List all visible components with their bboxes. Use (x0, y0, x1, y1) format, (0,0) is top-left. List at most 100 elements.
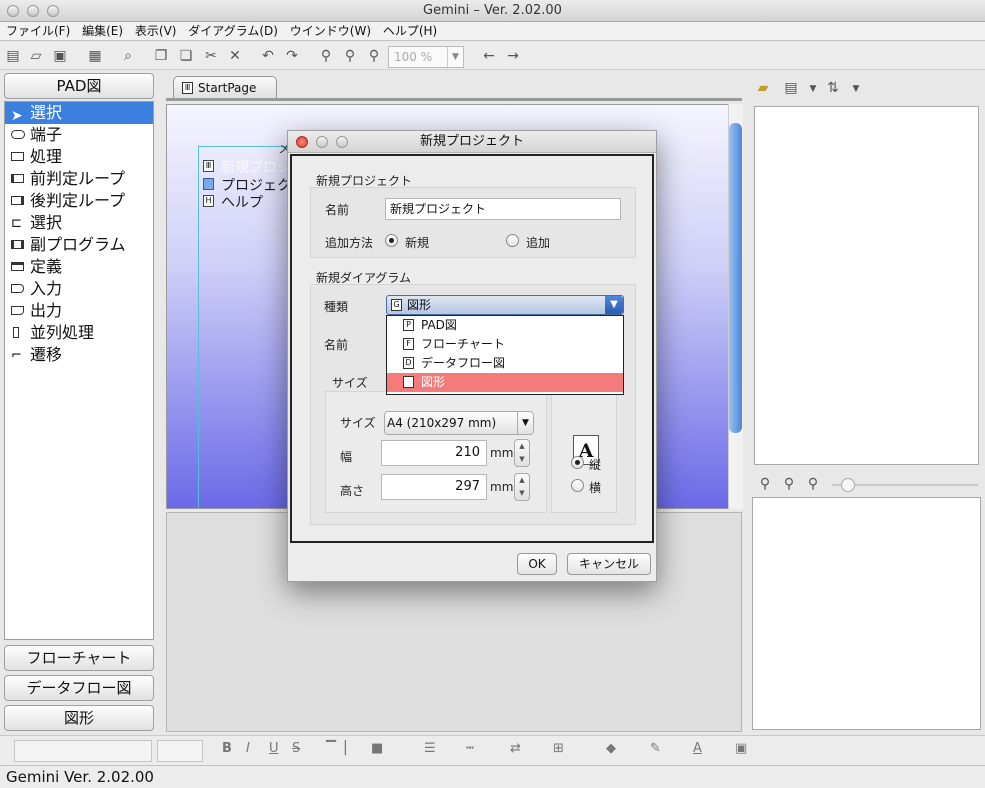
project-tree-panel[interactable] (754, 106, 979, 465)
add-folder-icon[interactable]: ▰ (754, 79, 772, 97)
shadow-icon[interactable]: ▣ (735, 741, 747, 756)
palette-item-transition[interactable]: ⌐ 遷移 (5, 344, 153, 366)
save-icon[interactable]: ▣ (51, 47, 69, 65)
font-size-select[interactable] (157, 740, 203, 762)
zoom-out-icon[interactable]: ⚲ (804, 475, 822, 493)
palette-item-pre-loop[interactable]: 前判定ループ (5, 168, 153, 190)
zoom-fit-icon[interactable]: ⚲ (317, 47, 335, 65)
new-file-icon[interactable]: ▤ (4, 47, 22, 65)
font-family-select[interactable] (14, 740, 152, 762)
redo-icon[interactable]: ↷ (283, 47, 301, 65)
text-color-icon[interactable]: A (693, 741, 702, 756)
radio-add[interactable] (506, 234, 519, 247)
height-stepper[interactable]: ▲ ▼ (514, 473, 530, 501)
menu-view[interactable]: 表示(V) (135, 24, 177, 38)
zoom-window-button[interactable] (47, 5, 59, 17)
diagram-type-combo[interactable]: G 図形 ▼ (386, 295, 624, 315)
open-folder-icon[interactable]: ▱ (27, 47, 45, 65)
zoom-slider-knob[interactable] (841, 478, 855, 492)
dash-style-icon[interactable]: ┅ (466, 741, 474, 756)
width-stepper[interactable]: ▲ ▼ (514, 439, 530, 467)
cut-icon[interactable]: ✂ (202, 47, 220, 65)
height-unit: mm (490, 480, 514, 494)
link-new-project[interactable]: 新規プロジ (221, 157, 291, 177)
dataflow-palette-button[interactable]: データフロー図 (4, 675, 154, 701)
radio-landscape[interactable] (571, 479, 584, 492)
ok-button[interactable]: OK (517, 553, 557, 575)
arrow-right-icon[interactable]: → (504, 47, 522, 65)
align-icon[interactable]: ▔▕ (326, 741, 346, 756)
diagram-type-value: 図形 (407, 298, 432, 312)
window-title: Gemini – Ver. 2.02.00 (423, 3, 562, 18)
tab-startpage[interactable]: Ⅲ StartPage (173, 76, 277, 99)
undo-icon[interactable]: ↶ (259, 47, 277, 65)
preview-icon[interactable]: ⌕ (119, 47, 137, 65)
strikethrough-icon[interactable]: S (292, 741, 300, 756)
menu-edit[interactable]: 編集(E) (82, 24, 123, 38)
zoom-combo[interactable]: 100 % ▼ (388, 46, 464, 68)
bold-icon[interactable]: B (222, 741, 232, 756)
preview-panel (752, 497, 981, 730)
radio-portrait[interactable] (571, 456, 584, 469)
width-field[interactable]: 210 (381, 440, 487, 466)
sort-icon[interactable]: ⇅ (824, 79, 842, 97)
palette-item-branch[interactable]: ⊏ 選択 (5, 212, 153, 234)
paper-size-select[interactable]: A4 (210x297 mm) ▼ (384, 411, 534, 435)
palette-item-terminal[interactable]: 端子 (5, 124, 153, 146)
zoom-in-icon[interactable]: ⚲ (780, 475, 798, 493)
italic-icon[interactable]: I (246, 741, 250, 756)
menu-help[interactable]: ヘルプ(H) (383, 24, 437, 38)
menu-window[interactable]: ウインドウ(W) (290, 24, 371, 38)
arrow-left-icon[interactable]: ← (480, 47, 498, 65)
fill-icon[interactable]: ■ (371, 741, 383, 756)
minimize-dialog-button[interactable] (316, 136, 328, 148)
fill-color-icon[interactable]: ◆ (606, 741, 616, 756)
canvas-scroll-thumb[interactable] (729, 123, 742, 433)
palette-item-select[interactable]: ➤ 選択 (5, 102, 153, 124)
option-flowchart[interactable]: F フローチャート (387, 335, 623, 354)
palette-item-subprogram[interactable]: 副プログラム (5, 234, 153, 256)
underline-icon[interactable]: U (269, 741, 279, 756)
minimize-window-button[interactable] (27, 5, 39, 17)
line-color-icon[interactable]: ✎ (650, 741, 661, 756)
zoom-in-icon[interactable]: ⚲ (341, 47, 359, 65)
zoom-dialog-button[interactable] (336, 136, 348, 148)
dialog-body: 新規プロジェクト 名前 新規プロジェクト 追加方法 新規 追加 新規ダイアグラム… (290, 154, 654, 543)
radio-new[interactable] (385, 234, 398, 247)
print-icon[interactable]: ▦ (86, 47, 104, 65)
close-dialog-button[interactable] (296, 136, 308, 148)
chevron-down-icon[interactable]: ▼ (804, 80, 822, 98)
palette-pad-header[interactable]: PAD図 (4, 73, 154, 99)
palette-item-output[interactable]: 出力 (5, 300, 153, 322)
right-panel-toolbar: ▰ ▤ ▼ ⇅ ▼ (752, 75, 982, 103)
palette-item-input[interactable]: 入力 (5, 278, 153, 300)
option-pad[interactable]: P PAD図 (387, 316, 623, 335)
palette-item-process[interactable]: 処理 (5, 146, 153, 168)
cancel-button[interactable]: キャンセル (567, 553, 651, 575)
palette-item-parallel[interactable]: 並列処理 (5, 322, 153, 344)
shape-palette-button[interactable]: 図形 (4, 705, 154, 731)
palette-item-post-loop[interactable]: 後判定ループ (5, 190, 153, 212)
new-item-icon[interactable]: ▤ (782, 79, 800, 97)
grid-icon[interactable]: ⊞ (553, 741, 564, 756)
chevron-down-icon[interactable]: ▼ (605, 296, 623, 314)
line-style-icon[interactable]: ☰ (424, 741, 436, 756)
project-name-field[interactable]: 新規プロジェクト (385, 198, 621, 220)
palette-item-definition[interactable]: 定義 (5, 256, 153, 278)
menu-diagram[interactable]: ダイアグラム(D) (188, 24, 278, 38)
link-help[interactable]: ヘルプ (221, 192, 263, 212)
paste-icon[interactable]: ❏ (177, 47, 195, 65)
delete-icon[interactable]: ✕ (226, 47, 244, 65)
option-dataflow[interactable]: D データフロー図 (387, 354, 623, 373)
connector-icon[interactable]: ⇄ (510, 741, 521, 756)
zoom-fit-icon[interactable]: ⚲ (756, 475, 774, 493)
height-field[interactable]: 297 (381, 474, 487, 500)
close-window-button[interactable] (7, 5, 19, 17)
flowchart-palette-button[interactable]: フローチャート (4, 645, 154, 671)
option-shape[interactable]: G 図形 (387, 373, 623, 392)
copy-icon[interactable]: ❐ (152, 47, 170, 65)
chevron-down-icon[interactable]: ▼ (847, 80, 865, 98)
zoom-out-icon[interactable]: ⚲ (365, 47, 383, 65)
new-project-dialog: 新規プロジェクト 新規プロジェクト 名前 新規プロジェクト 追加方法 新規 追加… (287, 130, 657, 582)
menu-file[interactable]: ファイル(F) (6, 24, 70, 38)
